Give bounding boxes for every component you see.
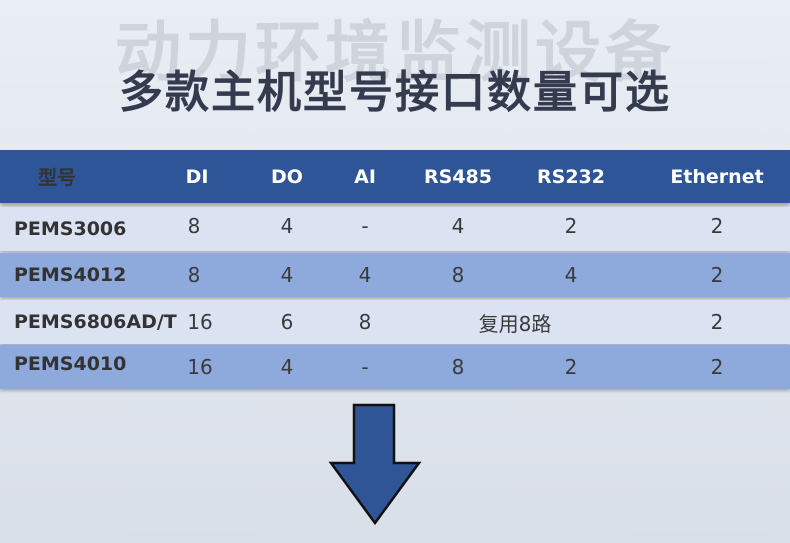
cell-rs485: 8 xyxy=(451,355,465,379)
cell-rs485-rs232-merged: 复用8路 xyxy=(478,311,552,336)
cell-di: 8 xyxy=(187,214,201,238)
cell-di: 8 xyxy=(187,263,201,287)
table-row: PEMS4010 16 4 - 8 2 2 xyxy=(0,345,790,389)
cell-di: 16 xyxy=(187,355,213,379)
arrow-down-icon xyxy=(328,403,422,525)
cell-ai: - xyxy=(361,355,369,379)
cell-ethernet: 2 xyxy=(710,355,724,379)
table-header-row: 型号 DI DO AI RS485 RS232 Ethernet xyxy=(0,150,790,203)
header-do: DO xyxy=(271,165,303,188)
cell-model: PEMS3006 xyxy=(14,218,127,240)
cell-di: 16 xyxy=(187,310,213,334)
cell-rs232: 4 xyxy=(564,263,578,287)
header-rs485: RS485 xyxy=(424,165,492,188)
cell-ethernet: 2 xyxy=(710,263,724,287)
cell-ethernet: 2 xyxy=(710,214,724,238)
cell-do: 4 xyxy=(280,263,294,287)
cell-rs485: 8 xyxy=(451,263,465,287)
header-rs232: RS232 xyxy=(537,165,605,188)
cell-do: 4 xyxy=(280,214,294,238)
cell-rs232: 2 xyxy=(564,214,578,238)
table-row: PEMS6806AD/T 16 6 8 复用8路 2 xyxy=(0,300,790,344)
table-row: PEMS3006 8 4 - 4 2 2 xyxy=(0,207,790,251)
cell-ethernet: 2 xyxy=(710,310,724,334)
header-di: DI xyxy=(185,165,209,188)
cell-ai: 8 xyxy=(358,310,372,334)
cell-rs232: 2 xyxy=(564,355,578,379)
cell-do: 4 xyxy=(280,355,294,379)
cell-model: PEMS4010 xyxy=(14,353,127,375)
header-ethernet: Ethernet xyxy=(670,165,764,188)
cell-ai: - xyxy=(361,214,369,238)
cell-model: PEMS4012 xyxy=(14,264,127,286)
header-ai: AI xyxy=(354,165,376,188)
cell-model: PEMS6806AD/T xyxy=(14,311,177,333)
cell-ai: 4 xyxy=(358,263,372,287)
table-row: PEMS4012 8 4 4 8 4 2 xyxy=(0,253,790,297)
header-model: 型号 xyxy=(38,167,77,189)
cell-rs485: 4 xyxy=(451,214,465,238)
cell-do: 6 xyxy=(280,310,294,334)
page-title: 多款主机型号接口数量可选 xyxy=(119,67,671,118)
